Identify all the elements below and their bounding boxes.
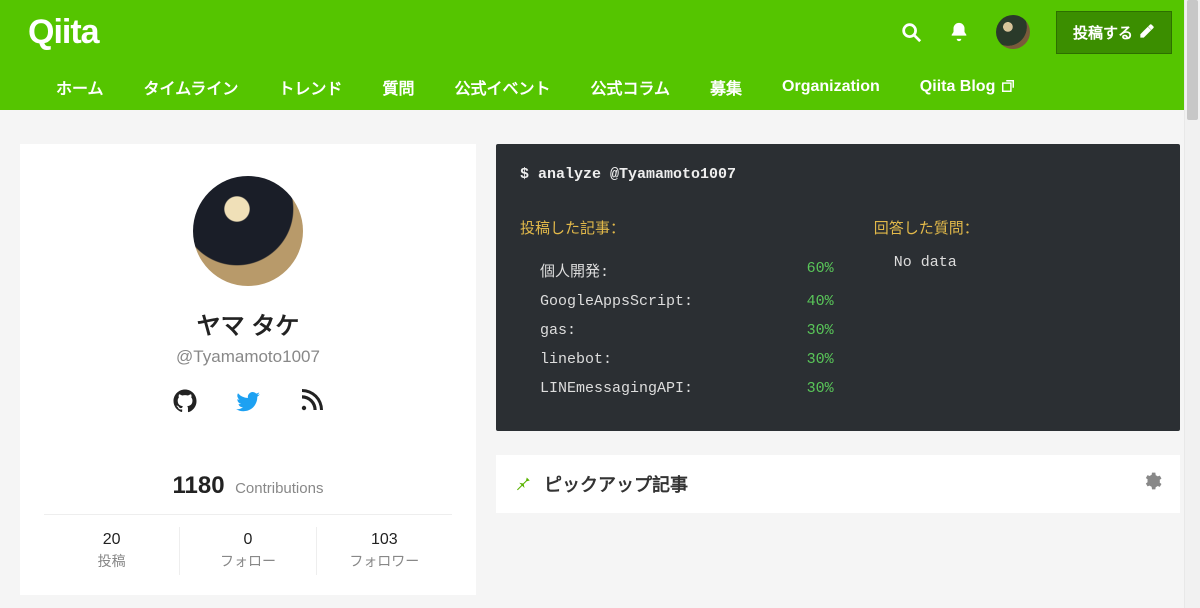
profile-social-row bbox=[44, 389, 452, 421]
analyze-terminal: $ analyze @Tyamamoto1007 投稿した記事： 個人開発: 6… bbox=[496, 144, 1180, 431]
pickup-panel: ピックアップ記事 bbox=[496, 455, 1180, 513]
terminal-articles-col: 投稿した記事： 個人開発: 60% GoogleAppsScript: 40% … bbox=[520, 217, 834, 403]
gear-icon[interactable] bbox=[1142, 471, 1162, 497]
profile-avatar[interactable] bbox=[193, 176, 303, 286]
terminal-tag-row: GoogleAppsScript: 40% bbox=[520, 287, 834, 316]
terminal-answers-heading: 回答した質問： bbox=[874, 217, 1156, 238]
terminal-tag-pct: 40% bbox=[807, 293, 834, 310]
stat-followers[interactable]: 103 フォロワー bbox=[316, 527, 452, 575]
nav-qiita-blog[interactable]: Qiita Blog bbox=[920, 78, 1016, 96]
stat-follow-value: 0 bbox=[180, 531, 315, 549]
nav-event[interactable]: 公式イベント bbox=[454, 75, 550, 99]
terminal-tag-name: LINEmessagingAPI: bbox=[540, 380, 693, 397]
github-icon[interactable] bbox=[173, 389, 197, 421]
pickup-title: ピックアップ記事 bbox=[544, 471, 688, 497]
page-content: ヤマ タケ @Tyamamoto1007 1180 Contributions … bbox=[0, 110, 1200, 595]
nav-column[interactable]: 公式コラム bbox=[590, 75, 670, 99]
pin-icon bbox=[514, 473, 532, 496]
contributions-label: Contributions bbox=[235, 480, 323, 497]
external-link-icon bbox=[1001, 79, 1015, 96]
nav-qiita-blog-label: Qiita Blog bbox=[920, 78, 996, 96]
terminal-tag-pct: 30% bbox=[807, 322, 834, 339]
profile-divider bbox=[44, 514, 452, 515]
terminal-tag-row: linebot: 30% bbox=[520, 345, 834, 374]
stat-posts-value: 20 bbox=[44, 531, 179, 549]
terminal-tag-pct: 30% bbox=[807, 380, 834, 397]
terminal-tag-name: GoogleAppsScript: bbox=[540, 293, 693, 310]
post-button[interactable]: 投稿する bbox=[1056, 11, 1172, 54]
header-nav: ホーム タイムライン トレンド 質問 公式イベント 公式コラム 募集 Organ… bbox=[28, 64, 1172, 110]
compose-icon bbox=[1139, 23, 1155, 42]
nav-question[interactable]: 質問 bbox=[382, 75, 414, 99]
terminal-columns: 投稿した記事： 個人開発: 60% GoogleAppsScript: 40% … bbox=[520, 217, 1156, 403]
terminal-tag-pct: 30% bbox=[807, 351, 834, 368]
nav-timeline[interactable]: タイムライン bbox=[144, 75, 239, 99]
terminal-command: $ analyze @Tyamamoto1007 bbox=[520, 166, 1156, 183]
search-icon[interactable] bbox=[900, 21, 922, 43]
terminal-tag-row: gas: 30% bbox=[520, 316, 834, 345]
nav-home[interactable]: ホーム bbox=[56, 75, 104, 99]
terminal-articles-heading: 投稿した記事： bbox=[520, 217, 834, 238]
contributions-row: 1180 Contributions bbox=[44, 471, 452, 500]
stat-posts[interactable]: 20 投稿 bbox=[44, 527, 179, 575]
pickup-heading: ピックアップ記事 bbox=[514, 471, 688, 497]
site-logo[interactable]: Qiita bbox=[28, 13, 99, 52]
right-column: $ analyze @Tyamamoto1007 投稿した記事： 個人開発: 6… bbox=[496, 144, 1180, 595]
stat-follow[interactable]: 0 フォロー bbox=[179, 527, 315, 575]
scrollbar[interactable] bbox=[1184, 0, 1200, 608]
nav-trend[interactable]: トレンド bbox=[278, 75, 342, 99]
profile-handle: @Tyamamoto1007 bbox=[44, 347, 452, 367]
stat-follow-label: フォロー bbox=[180, 551, 315, 571]
terminal-no-data: No data bbox=[874, 254, 1156, 271]
contributions-value: 1180 bbox=[173, 472, 225, 499]
stat-followers-label: フォロワー bbox=[317, 551, 452, 571]
stat-followers-value: 103 bbox=[317, 531, 452, 549]
site-header: Qiita 投稿する ホーム タイムライン トレンド 質問 公式イベント 公式コ… bbox=[0, 0, 1200, 110]
terminal-tag-pct: 60% bbox=[807, 260, 834, 281]
nav-organization[interactable]: Organization bbox=[782, 78, 880, 96]
profile-stats: 20 投稿 0 フォロー 103 フォロワー bbox=[44, 527, 452, 575]
terminal-tag-row: LINEmessagingAPI: 30% bbox=[520, 374, 834, 403]
profile-card: ヤマ タケ @Tyamamoto1007 1180 Contributions … bbox=[20, 144, 476, 595]
scrollbar-thumb[interactable] bbox=[1187, 0, 1198, 120]
header-right-controls: 投稿する bbox=[900, 11, 1172, 54]
terminal-tag-name: gas: bbox=[540, 322, 576, 339]
terminal-answers-col: 回答した質問： No data bbox=[874, 217, 1156, 403]
twitter-icon[interactable] bbox=[235, 389, 261, 421]
terminal-tag-row: 個人開発: 60% bbox=[520, 254, 834, 287]
nav-recruit[interactable]: 募集 bbox=[710, 75, 742, 99]
bell-icon[interactable] bbox=[948, 21, 970, 43]
rss-icon[interactable] bbox=[299, 389, 323, 421]
header-avatar[interactable] bbox=[996, 15, 1030, 49]
post-button-label: 投稿する bbox=[1073, 22, 1133, 43]
profile-display-name: ヤマ タケ bbox=[44, 306, 452, 341]
terminal-tag-name: linebot: bbox=[540, 351, 612, 368]
header-top-row: Qiita 投稿する bbox=[28, 0, 1172, 64]
stat-posts-label: 投稿 bbox=[44, 551, 179, 571]
terminal-tag-name: 個人開発: bbox=[540, 260, 609, 281]
